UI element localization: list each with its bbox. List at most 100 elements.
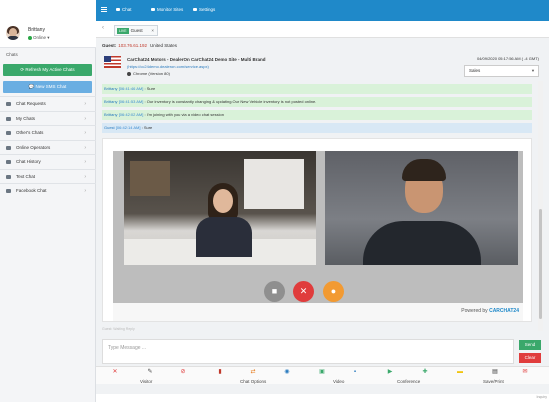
operators-icon: [6, 145, 11, 150]
guest-video-feed: [325, 151, 518, 265]
top-navbar: Chat Monitor Sites Settings: [96, 0, 549, 21]
nav-chat[interactable]: Chat: [116, 7, 132, 12]
message-author: Guest: [104, 125, 115, 130]
chevron-right-icon: ›: [84, 115, 86, 122]
transfer-icon[interactable]: ⇄: [249, 369, 257, 376]
sidebar-item-my-chats[interactable]: My Chats ›: [0, 110, 96, 126]
chevron-right-icon: ›: [84, 188, 86, 194]
image-icon[interactable]: ▣: [318, 369, 326, 376]
video-chat-panel: ■ ✕ ● Powered by CARCHAT24: [102, 138, 532, 322]
guest-info-line: Guest: 103.76.61.192 United States: [102, 43, 177, 48]
chat-request-icon: [6, 102, 11, 106]
message-input[interactable]: Type Message ...: [102, 339, 514, 364]
monitor-icon: [151, 8, 155, 12]
status-dropdown[interactable]: Online ▾: [28, 35, 50, 41]
refresh-chats-button[interactable]: ⟳ Refresh My Active Chats: [3, 64, 92, 76]
clear-button[interactable]: Clear: [519, 353, 541, 363]
send-button[interactable]: Send: [519, 340, 541, 350]
sidebar-item-text-chat[interactable]: Text Chat ›: [0, 168, 96, 184]
message-text: Our inventory is constantly changing & u…: [146, 99, 317, 104]
sidebar-item-label: Other's Chats: [16, 130, 44, 135]
guest-label: Guest:: [102, 43, 117, 48]
message-time: [06:41:46 AM]: [118, 86, 144, 91]
live-badge: LIVE: [117, 27, 129, 34]
nav-monitor-label: Monitor Sites: [157, 7, 184, 12]
site-url-link[interactable]: (https://cc24demo.dealeron.com/service.a…: [127, 64, 209, 69]
sidebar-item-chat-history[interactable]: Chat History ›: [0, 154, 96, 169]
sidebar-item-facebook-chat[interactable]: Facebook Chat ›: [0, 183, 96, 198]
history-icon: [6, 160, 11, 164]
status-label: Online: [33, 35, 47, 40]
add-user-icon[interactable]: ✚: [421, 369, 429, 376]
message-item: Brittany [06:42:02 AM] : I'm joining wit…: [102, 110, 532, 120]
close-icon[interactable]: ×: [151, 26, 154, 35]
sidebar-item-others-chats[interactable]: Other's Chats ›: [0, 125, 96, 140]
document-icon[interactable]: ▮: [216, 369, 224, 376]
edit-icon[interactable]: ✎: [146, 369, 154, 376]
sidebar-item-label: Text Chat: [16, 173, 36, 179]
message-text: I'm joining with you via a video chat se…: [146, 112, 224, 117]
sidebar-item-label: Chat History: [16, 159, 41, 164]
nav-settings-label: Settings: [199, 7, 216, 12]
camera-toggle-button[interactable]: ■: [264, 281, 285, 302]
group-video: Video: [333, 379, 345, 384]
tab-guest[interactable]: LIVE Guest ×: [114, 25, 158, 36]
chevron-right-icon: ›: [84, 144, 86, 151]
carchat-logo: CARCHAT24: [489, 308, 519, 314]
sidebar-item-label: My Chats: [16, 115, 36, 121]
compose-status: Guest: Waiting Reply: [102, 327, 135, 331]
sidebar-item-chat-requests[interactable]: Chat Requests ›: [0, 96, 96, 111]
nav-settings[interactable]: Settings: [193, 7, 215, 12]
text-chat-icon: [6, 174, 11, 179]
chevron-right-icon: ›: [84, 173, 86, 180]
message-time: [06:41:53 AM]: [118, 99, 144, 104]
powered-by-bar: Powered by CARCHAT24: [113, 303, 523, 321]
message-item: Brittany [06:41:53 AM] : Our inventory i…: [102, 97, 532, 107]
message-time: [06:42:02 AM]: [118, 112, 144, 117]
message-text: Sure: [146, 86, 156, 91]
profile-name: Brittany: [28, 27, 45, 33]
nav-monitor-sites[interactable]: Monitor Sites: [151, 7, 183, 12]
footer-text: Inquiry: [536, 395, 547, 399]
message-text: Sure: [143, 125, 153, 130]
microphone-icon: ●: [330, 286, 337, 296]
guest-country: United States: [150, 43, 178, 48]
end-call-button[interactable]: ✕: [293, 281, 314, 302]
sidebar-menu: Chat Requests › My Chats › Other's Chats › …: [0, 96, 96, 198]
video-stage: ■ ✕ ● Powered by CARCHAT24: [113, 151, 523, 321]
sidebar-item-online-operators[interactable]: Online Operators ›: [0, 139, 96, 155]
comment-icon[interactable]: ▬: [456, 369, 464, 376]
new-sms-label: New SMS Chat: [35, 84, 67, 89]
video-controls: ■ ✕ ●: [113, 273, 523, 303]
group-chat-options: Chat Options: [240, 379, 267, 384]
chevron-down-icon: ▼: [531, 68, 535, 73]
globe-icon[interactable]: ◉: [283, 369, 291, 376]
video-camera-icon[interactable]: ▶: [386, 369, 394, 376]
group-visitor: Visitor: [140, 379, 153, 384]
message-item: Brittany [06:41:46 AM] : Sure: [102, 84, 532, 94]
menu-toggle-icon[interactable]: [101, 7, 107, 12]
close-chat-icon[interactable]: ✕: [111, 369, 119, 376]
chat-tabbar: ‹ LIVE Guest ×: [96, 21, 549, 38]
nav-chat-label: Chat: [122, 7, 132, 12]
print-icon[interactable]: ▤: [491, 369, 499, 376]
avatar[interactable]: [6, 26, 20, 40]
message-list: Brittany [06:41:46 AM] : Sure Brittany […: [102, 84, 532, 136]
new-sms-chat-button[interactable]: 💬 New SMS Chat: [3, 81, 92, 93]
sidebar-item-label: Chat Requests: [16, 101, 46, 106]
chat-main: ‹ LIVE Guest × Guest: 103.76.61.192 United S…: [96, 21, 549, 402]
mic-toggle-button[interactable]: ●: [323, 281, 344, 302]
chat-scrollbar[interactable]: [538, 81, 543, 331]
group-save-print: Save/Print: [483, 379, 504, 384]
scrollbar-thumb[interactable]: [539, 209, 542, 319]
refresh-chats-label: Refresh My Active Chats: [25, 67, 75, 72]
chevron-left-icon[interactable]: ‹: [102, 25, 104, 31]
facebook-icon: [6, 189, 11, 193]
ban-icon[interactable]: ⊘: [179, 369, 187, 376]
save-icon[interactable]: ▪: [351, 369, 359, 376]
chevron-right-icon: ›: [84, 130, 86, 136]
sidebar-item-label: Facebook Chat: [16, 188, 47, 193]
email-icon[interactable]: ✉: [521, 369, 529, 376]
department-select[interactable]: Sales ▼: [464, 65, 539, 77]
sidebar-item-label: Online Operators: [16, 144, 51, 150]
